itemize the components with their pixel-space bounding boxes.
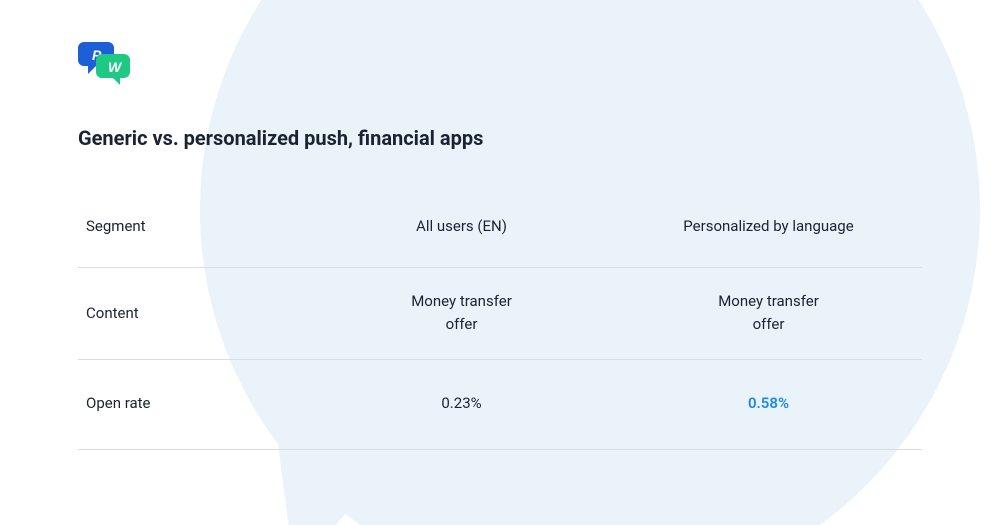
openrate-personalized: 0.58%: [615, 370, 922, 437]
content-generic-line2: offer: [316, 313, 607, 336]
content-personalized: Money transfer offer: [615, 268, 922, 359]
comparison-table: Segment All users (EN) Personalized by l…: [78, 186, 922, 450]
svg-text:W: W: [108, 59, 123, 75]
page-title: Generic vs. personalized push, financial…: [78, 126, 922, 150]
content-generic: Money transfer offer: [308, 268, 615, 359]
row-label-openrate: Open rate: [78, 370, 308, 437]
table-row-openrate: Open rate 0.23% 0.58%: [78, 360, 922, 450]
content-personalized-line1: Money transfer: [623, 290, 914, 313]
content-area: P W Generic vs. personalized push, finan…: [0, 0, 1000, 450]
pushwoosh-logo-icon: P W: [78, 40, 132, 90]
content-generic-line1: Money transfer: [316, 290, 607, 313]
row-label-segment: Segment: [78, 193, 308, 260]
row-label-content: Content: [78, 280, 308, 347]
content-personalized-line2: offer: [623, 313, 914, 336]
segment-generic: All users (EN): [308, 193, 615, 260]
table-row-content: Content Money transfer offer Money trans…: [78, 268, 922, 360]
segment-personalized: Personalized by language: [615, 193, 922, 260]
table-row-segment: Segment All users (EN) Personalized by l…: [78, 186, 922, 268]
openrate-generic: 0.23%: [308, 370, 615, 437]
